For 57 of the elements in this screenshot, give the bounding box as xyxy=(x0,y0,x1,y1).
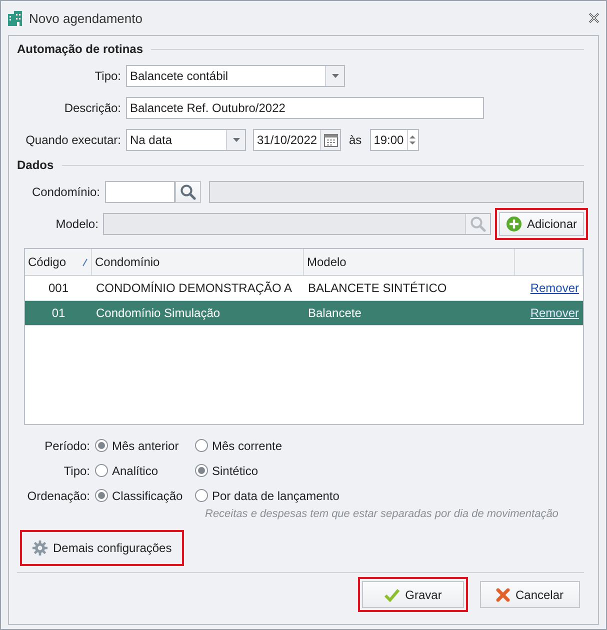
plus-icon xyxy=(506,216,522,232)
buildings-icon xyxy=(7,10,23,26)
radio-button[interactable] xyxy=(95,489,108,502)
at-label: às xyxy=(349,133,362,147)
radio-label: Mês corrente xyxy=(212,438,282,452)
table-row[interactable]: 01 Condomínio Simulação Balancete Remover xyxy=(25,301,583,326)
calendar-icon xyxy=(324,133,338,147)
close-icon xyxy=(588,12,600,24)
condominium-code-field[interactable] xyxy=(105,181,175,203)
section-title: Automação de rotinas xyxy=(17,42,144,56)
column-header[interactable]: Código xyxy=(25,249,92,275)
hint-text: Receitas e despesas tem que estar separadas por dia de movimentação xyxy=(205,508,558,520)
radio-label: Classificação xyxy=(112,488,183,502)
caret-icon xyxy=(330,73,340,79)
gear-icon xyxy=(32,540,48,556)
save-button[interactable]: Gravar xyxy=(362,581,464,608)
radio-button[interactable] xyxy=(195,464,208,477)
spinner-icon xyxy=(409,134,416,146)
radio-label: Mês anterior xyxy=(112,438,179,452)
column-header[interactable]: Modelo xyxy=(304,249,515,275)
option-label: Período: xyxy=(44,438,90,452)
table-cell: Balancete xyxy=(304,301,515,326)
type-dropdown[interactable]: Balancete contábil xyxy=(126,65,345,87)
date-field[interactable]: 31/10/2022 xyxy=(253,129,341,151)
search-button[interactable] xyxy=(175,181,201,203)
window-title: Novo agendamento xyxy=(29,10,144,26)
radio-button[interactable] xyxy=(195,489,208,502)
sort-icon xyxy=(82,258,88,266)
remove-link[interactable]: Remover xyxy=(530,281,579,295)
caret-icon xyxy=(232,137,240,143)
option-label: Ordenação: xyxy=(26,488,90,502)
field-label: Condomínio: xyxy=(30,185,100,199)
table-cell: 01 xyxy=(25,301,92,326)
radio-label: Sintético xyxy=(212,464,258,478)
close-button[interactable] xyxy=(588,12,600,24)
field-label: Descrição: xyxy=(63,101,121,115)
schedule-dropdown[interactable]: Na data xyxy=(126,129,246,151)
radio-button[interactable] xyxy=(195,439,208,452)
radio-button[interactable] xyxy=(95,439,108,452)
section-title: Dados xyxy=(17,158,54,172)
check-icon xyxy=(384,588,400,602)
option-label: Tipo: xyxy=(62,464,90,478)
close-icon xyxy=(496,588,510,602)
time-field[interactable]: 19:00 xyxy=(370,129,419,151)
description-field[interactable]: Balancete Ref. Outubro/2022 xyxy=(126,97,484,119)
radio-label: Analítico xyxy=(112,464,158,478)
radio-label: Por data de lançamento xyxy=(212,488,340,502)
field-label: Tipo: xyxy=(94,69,121,83)
radio-button[interactable] xyxy=(95,464,108,477)
search-icon xyxy=(180,184,196,200)
column-header[interactable]: Condomínio xyxy=(92,249,304,275)
field-label: Modelo: xyxy=(54,217,98,231)
field-label: Quando executar: xyxy=(24,133,121,147)
table-cell: Condomínio Simulação xyxy=(92,301,304,326)
settings-button[interactable]: Demais configurações xyxy=(24,534,180,562)
search-icon xyxy=(470,216,486,232)
cancel-button[interactable]: Cancelar xyxy=(480,581,580,608)
